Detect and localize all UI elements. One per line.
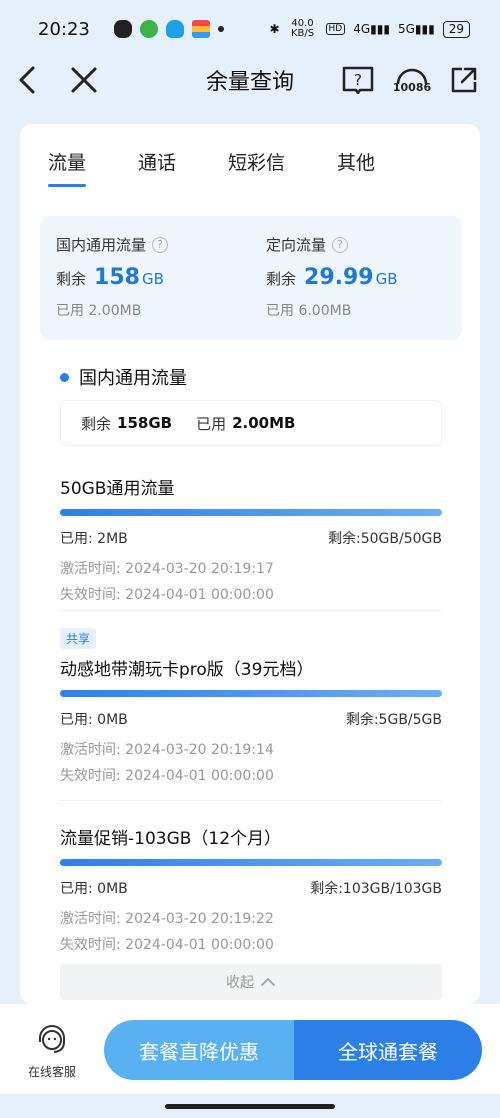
package-progress xyxy=(60,690,442,697)
home-indicator[interactable] xyxy=(165,1104,335,1109)
chevron-up-icon xyxy=(261,978,275,986)
section-dot-icon xyxy=(60,372,69,382)
share-button[interactable] xyxy=(442,58,486,102)
global-package-button[interactable]: 全球通套餐 xyxy=(294,1020,482,1080)
chat-icon xyxy=(139,20,158,38)
package-remain: 剩余:50GB/50GB xyxy=(328,531,442,547)
online-service-button[interactable]: 在线客服 xyxy=(20,1024,84,1080)
package-expires: 失效时间: 2024-04-01 00:00:00 xyxy=(60,587,274,603)
section-title: 国内通用流量 xyxy=(60,364,187,390)
collapse-label: 收起 xyxy=(226,975,254,991)
svg-text:?: ? xyxy=(354,71,362,89)
tab-bar: 流量 通话 短彩信 其他 xyxy=(48,148,427,187)
section-title-text: 国内通用流量 xyxy=(79,368,187,389)
bottom-bar: 在线客服 套餐直降优惠 全球通套餐 xyxy=(0,1004,500,1094)
data-summary: 国内通用流量? 剩余 158 GB 已用 2.00MB 定向流量? 剩余 29.… xyxy=(40,216,462,340)
package-discount-button[interactable]: 套餐直降优惠 xyxy=(104,1020,294,1080)
notification-icons xyxy=(113,20,224,38)
package-activated: 激活时间: 2024-03-20 20:19:14 xyxy=(60,742,274,758)
signal-5g-icon: 5G▮▮▮ xyxy=(397,22,435,36)
divider xyxy=(60,610,442,611)
package-progress xyxy=(60,509,442,516)
package-progress xyxy=(60,859,442,866)
hd-icon: HD xyxy=(325,23,346,35)
battery-icon: 29 xyxy=(442,20,470,38)
net-speed: 40.0 KB/S xyxy=(290,18,315,39)
package-used: 已用: 2MB xyxy=(60,531,128,547)
package-activated: 激活时间: 2024-03-20 20:19:17 xyxy=(60,561,274,577)
directed-remain-value: 29.99 xyxy=(304,265,374,290)
help-button[interactable]: ? xyxy=(336,58,380,102)
tab-other[interactable]: 其他 xyxy=(337,148,375,187)
package-item: 流量促销-103GB（12个月） 已用: 0MB 剩余:103GB/103GB … xyxy=(60,818,442,954)
directed-summary: 定向流量? 剩余 29.99 GB 已用 6.00MB xyxy=(266,234,398,320)
signal-4g-icon: 4G▮▮▮ xyxy=(353,22,390,36)
status-time: 20:23 xyxy=(38,18,90,40)
status-bar: 20:23 ✱ 40.0 KB/S HD 4G▮▮▮ 5G▮▮▮ 29 xyxy=(0,0,500,58)
package-expires: 失效时间: 2024-04-01 00:00:00 xyxy=(60,937,274,953)
more-dot-icon xyxy=(217,26,224,32)
package-name: 50GB通用流量 xyxy=(60,479,175,499)
section-remain-label: 剩余 xyxy=(81,414,112,433)
tab-sms[interactable]: 短彩信 xyxy=(228,148,285,187)
package-item: 共享 动感地带潮玩卡pro版（39元档） 已用: 0MB 剩余:5GB/5GB … xyxy=(60,628,442,785)
customer-service-icon xyxy=(39,1025,65,1053)
collapse-button[interactable]: 收起 xyxy=(60,964,442,1000)
wechat-icon xyxy=(113,20,132,38)
wallet-icon xyxy=(191,20,210,38)
help-circle-icon[interactable]: ? xyxy=(332,236,349,253)
service-label: 在线客服 xyxy=(27,1065,76,1079)
section-used-label: 已用 xyxy=(196,414,227,433)
package-expires: 失效时间: 2024-04-01 00:00:00 xyxy=(60,768,274,784)
section-remain-value: 158GB xyxy=(117,414,173,432)
directed-used: 已用 6.00MB xyxy=(266,303,352,319)
help-book-icon: ? xyxy=(342,66,374,94)
qq-icon xyxy=(165,20,184,38)
package-name: 动感地带潮玩卡pro版（39元档） xyxy=(60,660,314,680)
package-remain: 剩余:103GB/103GB xyxy=(310,881,442,897)
directed-title: 定向流量 xyxy=(266,236,327,254)
domestic-remain-unit: GB xyxy=(141,270,164,288)
help-circle-icon[interactable]: ? xyxy=(152,236,169,253)
divider xyxy=(60,800,442,801)
cta-group: 套餐直降优惠 全球通套餐 xyxy=(104,1020,482,1080)
package-used: 已用: 0MB xyxy=(60,881,128,897)
hotline-number: 10086 xyxy=(392,80,432,94)
shared-badge: 共享 xyxy=(60,628,97,649)
package-item: 50GB通用流量 已用: 2MB 剩余:50GB/50GB 激活时间: 2024… xyxy=(60,468,442,604)
package-remain: 剩余:5GB/5GB xyxy=(345,712,442,728)
domestic-title: 国内通用流量 xyxy=(56,236,147,254)
bluetooth-icon: ✱ xyxy=(269,22,280,36)
domestic-summary: 国内通用流量? 剩余 158 GB 已用 2.00MB xyxy=(56,234,169,320)
remain-label: 剩余 xyxy=(266,270,297,288)
section-used-value: 2.00MB xyxy=(232,414,296,432)
package-name: 流量促销-103GB（12个月） xyxy=(60,829,282,849)
domestic-used: 已用 2.00MB xyxy=(56,303,142,319)
balance-card: 流量 通话 短彩信 其他 国内通用流量? 剩余 158 GB 已用 2.00MB… xyxy=(20,124,480,1004)
package-activated: 激活时间: 2024-03-20 20:19:22 xyxy=(60,911,274,927)
remain-label: 剩余 xyxy=(56,270,87,288)
tab-data[interactable]: 流量 xyxy=(48,148,87,187)
domestic-remain-value: 158 xyxy=(94,265,140,290)
section-summary: 剩余 158GB 已用 2.00MB xyxy=(60,400,442,446)
package-used: 已用: 0MB xyxy=(60,712,128,728)
nav-bar: 余量查询 ? 10086 xyxy=(0,58,500,110)
hotline-button[interactable]: 10086 xyxy=(390,58,434,102)
share-icon xyxy=(451,67,477,93)
tab-calls[interactable]: 通话 xyxy=(138,148,176,187)
directed-remain-unit: GB xyxy=(375,270,398,288)
